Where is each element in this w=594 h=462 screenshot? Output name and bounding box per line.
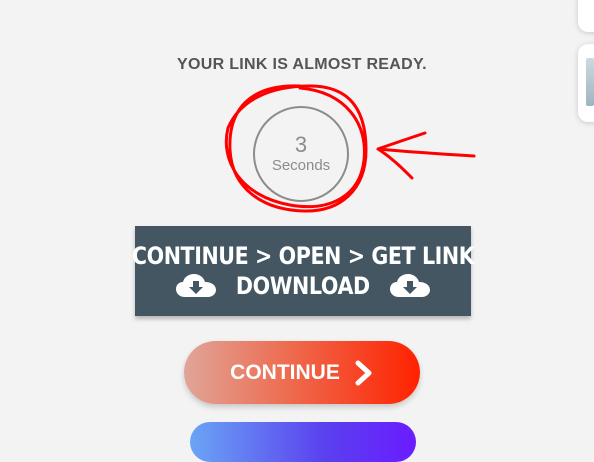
hand-drawn-arrow	[376, 131, 476, 180]
cloud-download-icon	[175, 273, 217, 299]
countdown-value: 3	[294, 132, 308, 157]
countdown-unit: Seconds	[271, 157, 331, 174]
chevron-right-icon	[354, 360, 374, 386]
countdown-timer: 3 Seconds	[253, 106, 349, 202]
continue-label: CONTINUE	[230, 360, 340, 384]
next-button[interactable]	[190, 422, 416, 462]
side-card-top[interactable]	[578, 0, 594, 32]
cloud-download-icon	[389, 273, 431, 299]
download-label: Download	[236, 272, 370, 300]
continue-steps-banner[interactable]: Continue > Open > Get Link Download	[131, 226, 475, 316]
continue-button[interactable]: CONTINUE	[184, 341, 420, 404]
steps-text: Continue > Open > Get Link	[131, 242, 475, 270]
download-row: Download	[175, 271, 431, 301]
ready-heading: YOUR LINK IS ALMOST READY.	[177, 56, 427, 73]
